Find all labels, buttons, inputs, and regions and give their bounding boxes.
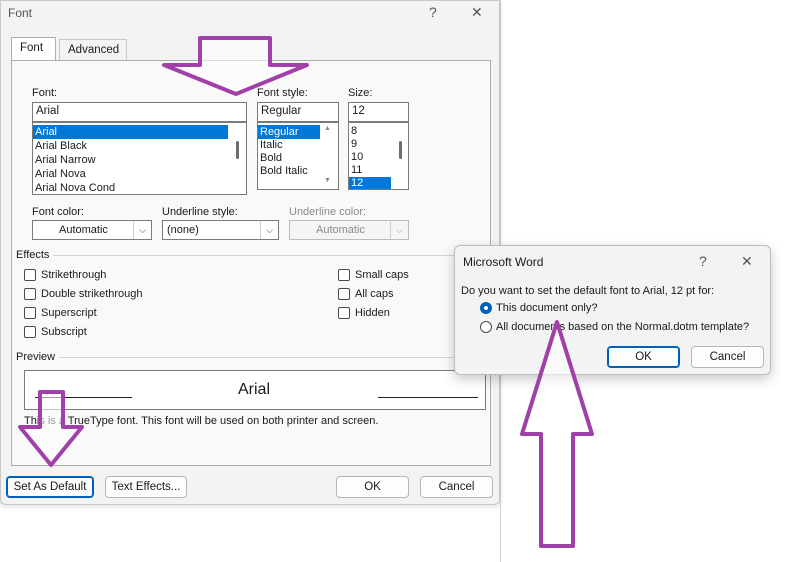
font-list[interactable]: Arial Arial Black Arial Narrow Arial Nov…: [32, 122, 247, 195]
font-style-list-item[interactable]: Bold: [258, 152, 338, 165]
chevron-down-icon: ⌵: [133, 221, 151, 239]
size-list-scrollbar[interactable]: [399, 141, 402, 159]
font-label: Font:: [32, 87, 58, 99]
font-list-item[interactable]: Arial Narrow: [33, 153, 246, 167]
preview-baseline-right: [378, 397, 478, 398]
message-cancel-label: Cancel: [709, 351, 746, 363]
preview-divider: [59, 357, 491, 358]
double-strikethrough-label: Double strikethrough: [41, 288, 143, 300]
chevron-down-icon: ⌵: [390, 221, 408, 239]
underline-color-label: Underline color:: [289, 206, 367, 218]
hidden-checkbox[interactable]: [338, 307, 350, 319]
preview-baseline-left: [35, 397, 132, 398]
font-list-item[interactable]: Arial: [33, 125, 228, 139]
font-ok-button[interactable]: OK: [336, 476, 409, 498]
font-size-input[interactable]: 12: [348, 102, 409, 122]
font-color-label: Font color:: [32, 206, 84, 218]
text-effects-label: Text Effects...: [111, 481, 181, 493]
subscript-label: Subscript: [41, 326, 87, 338]
scroll-up-icon[interactable]: ▲: [324, 125, 331, 132]
preview-group-label: Preview: [16, 351, 56, 363]
small-caps-checkbox[interactable]: [338, 269, 350, 281]
strikethrough-checkbox[interactable]: [24, 269, 36, 281]
size-list-item[interactable]: 8: [349, 125, 408, 138]
superscript-checkbox[interactable]: [24, 307, 36, 319]
all-documents-label: All documents based on the Normal.dotm t…: [496, 321, 750, 333]
scroll-down-icon[interactable]: ▼: [324, 177, 331, 184]
strikethrough-label: Strikethrough: [41, 269, 107, 281]
chevron-down-icon: ⌵: [260, 221, 278, 239]
font-list-item[interactable]: Arial Nova Cond: [33, 181, 246, 194]
document-page-strip: [0, 504, 500, 562]
font-list-item[interactable]: Arial Black: [33, 139, 246, 153]
tab-advanced-label: Advanced: [68, 44, 120, 56]
font-dialog: Font ? ✕ Font Advanced Font: Arial Arial…: [0, 0, 500, 505]
this-document-radio[interactable]: [480, 302, 492, 314]
font-size-list[interactable]: 8 9 10 11 12: [348, 122, 409, 190]
double-strikethrough-checkbox[interactable]: [24, 288, 36, 300]
font-list-item[interactable]: Arial Nova: [33, 167, 246, 181]
message-dialog-title: Microsoft Word: [463, 255, 544, 269]
font-ok-label: OK: [364, 481, 381, 493]
size-label: Size:: [348, 87, 373, 99]
tab-font[interactable]: Font: [11, 37, 56, 61]
underline-style-value: (none): [167, 224, 199, 236]
message-ok-button[interactable]: OK: [607, 346, 680, 368]
underline-color-dropdown[interactable]: Automatic ⌵: [289, 220, 409, 240]
preview-note: This is a TrueType font. This font will …: [24, 415, 379, 427]
message-dialog-help-button[interactable]: ?: [699, 253, 707, 269]
tab-font-label: Font: [20, 42, 44, 54]
font-color-dropdown[interactable]: Automatic ⌵: [32, 220, 152, 240]
underline-style-dropdown[interactable]: (none) ⌵: [162, 220, 279, 240]
subscript-checkbox[interactable]: [24, 326, 36, 338]
font-dialog-title: Font: [8, 6, 33, 20]
message-dialog-close-button[interactable]: ✕: [741, 253, 753, 270]
set-as-default-button[interactable]: Set As Default: [6, 476, 94, 498]
font-color-value: Automatic: [59, 224, 108, 236]
small-caps-label: Small caps: [355, 269, 409, 281]
effects-divider: [53, 255, 491, 256]
text-effects-button[interactable]: Text Effects...: [105, 476, 187, 498]
font-cancel-button[interactable]: Cancel: [420, 476, 493, 498]
message-ok-label: OK: [635, 351, 652, 363]
this-document-label: This document only?: [496, 302, 598, 314]
font-dialog-help-button[interactable]: ?: [429, 4, 437, 20]
set-as-default-label: Set As Default: [13, 481, 87, 493]
preview-sample-text: Arial: [238, 381, 271, 398]
superscript-label: Superscript: [41, 307, 97, 319]
underline-style-label: Underline style:: [162, 206, 238, 218]
all-caps-checkbox[interactable]: [338, 288, 350, 300]
tab-advanced[interactable]: Advanced: [59, 39, 127, 61]
font-style-list[interactable]: Regular Italic Bold Bold Italic ▲ ▼: [257, 122, 339, 190]
hidden-label: Hidden: [355, 307, 390, 319]
message-question: Do you want to set the default font to A…: [461, 285, 715, 297]
preview-box: Arial: [24, 370, 486, 410]
all-caps-label: All caps: [355, 288, 394, 300]
all-documents-radio[interactable]: [480, 321, 492, 333]
font-list-scrollbar[interactable]: [236, 141, 239, 159]
font-dialog-close-button[interactable]: ✕: [471, 4, 483, 21]
font-style-list-item[interactable]: Regular: [258, 125, 320, 139]
effects-group-label: Effects: [16, 249, 50, 261]
message-cancel-button[interactable]: Cancel: [691, 346, 764, 368]
underline-color-value: Automatic: [316, 224, 365, 236]
font-style-input[interactable]: Regular: [257, 102, 339, 122]
font-style-label: Font style:: [257, 87, 308, 99]
size-list-item[interactable]: 11: [349, 164, 408, 177]
size-list-item[interactable]: 12: [349, 177, 391, 189]
font-style-list-item[interactable]: Italic: [258, 139, 338, 152]
word-message-dialog: Microsoft Word ? ✕ Do you want to set th…: [454, 245, 771, 375]
font-cancel-label: Cancel: [438, 481, 475, 493]
font-name-input[interactable]: Arial: [32, 102, 247, 122]
